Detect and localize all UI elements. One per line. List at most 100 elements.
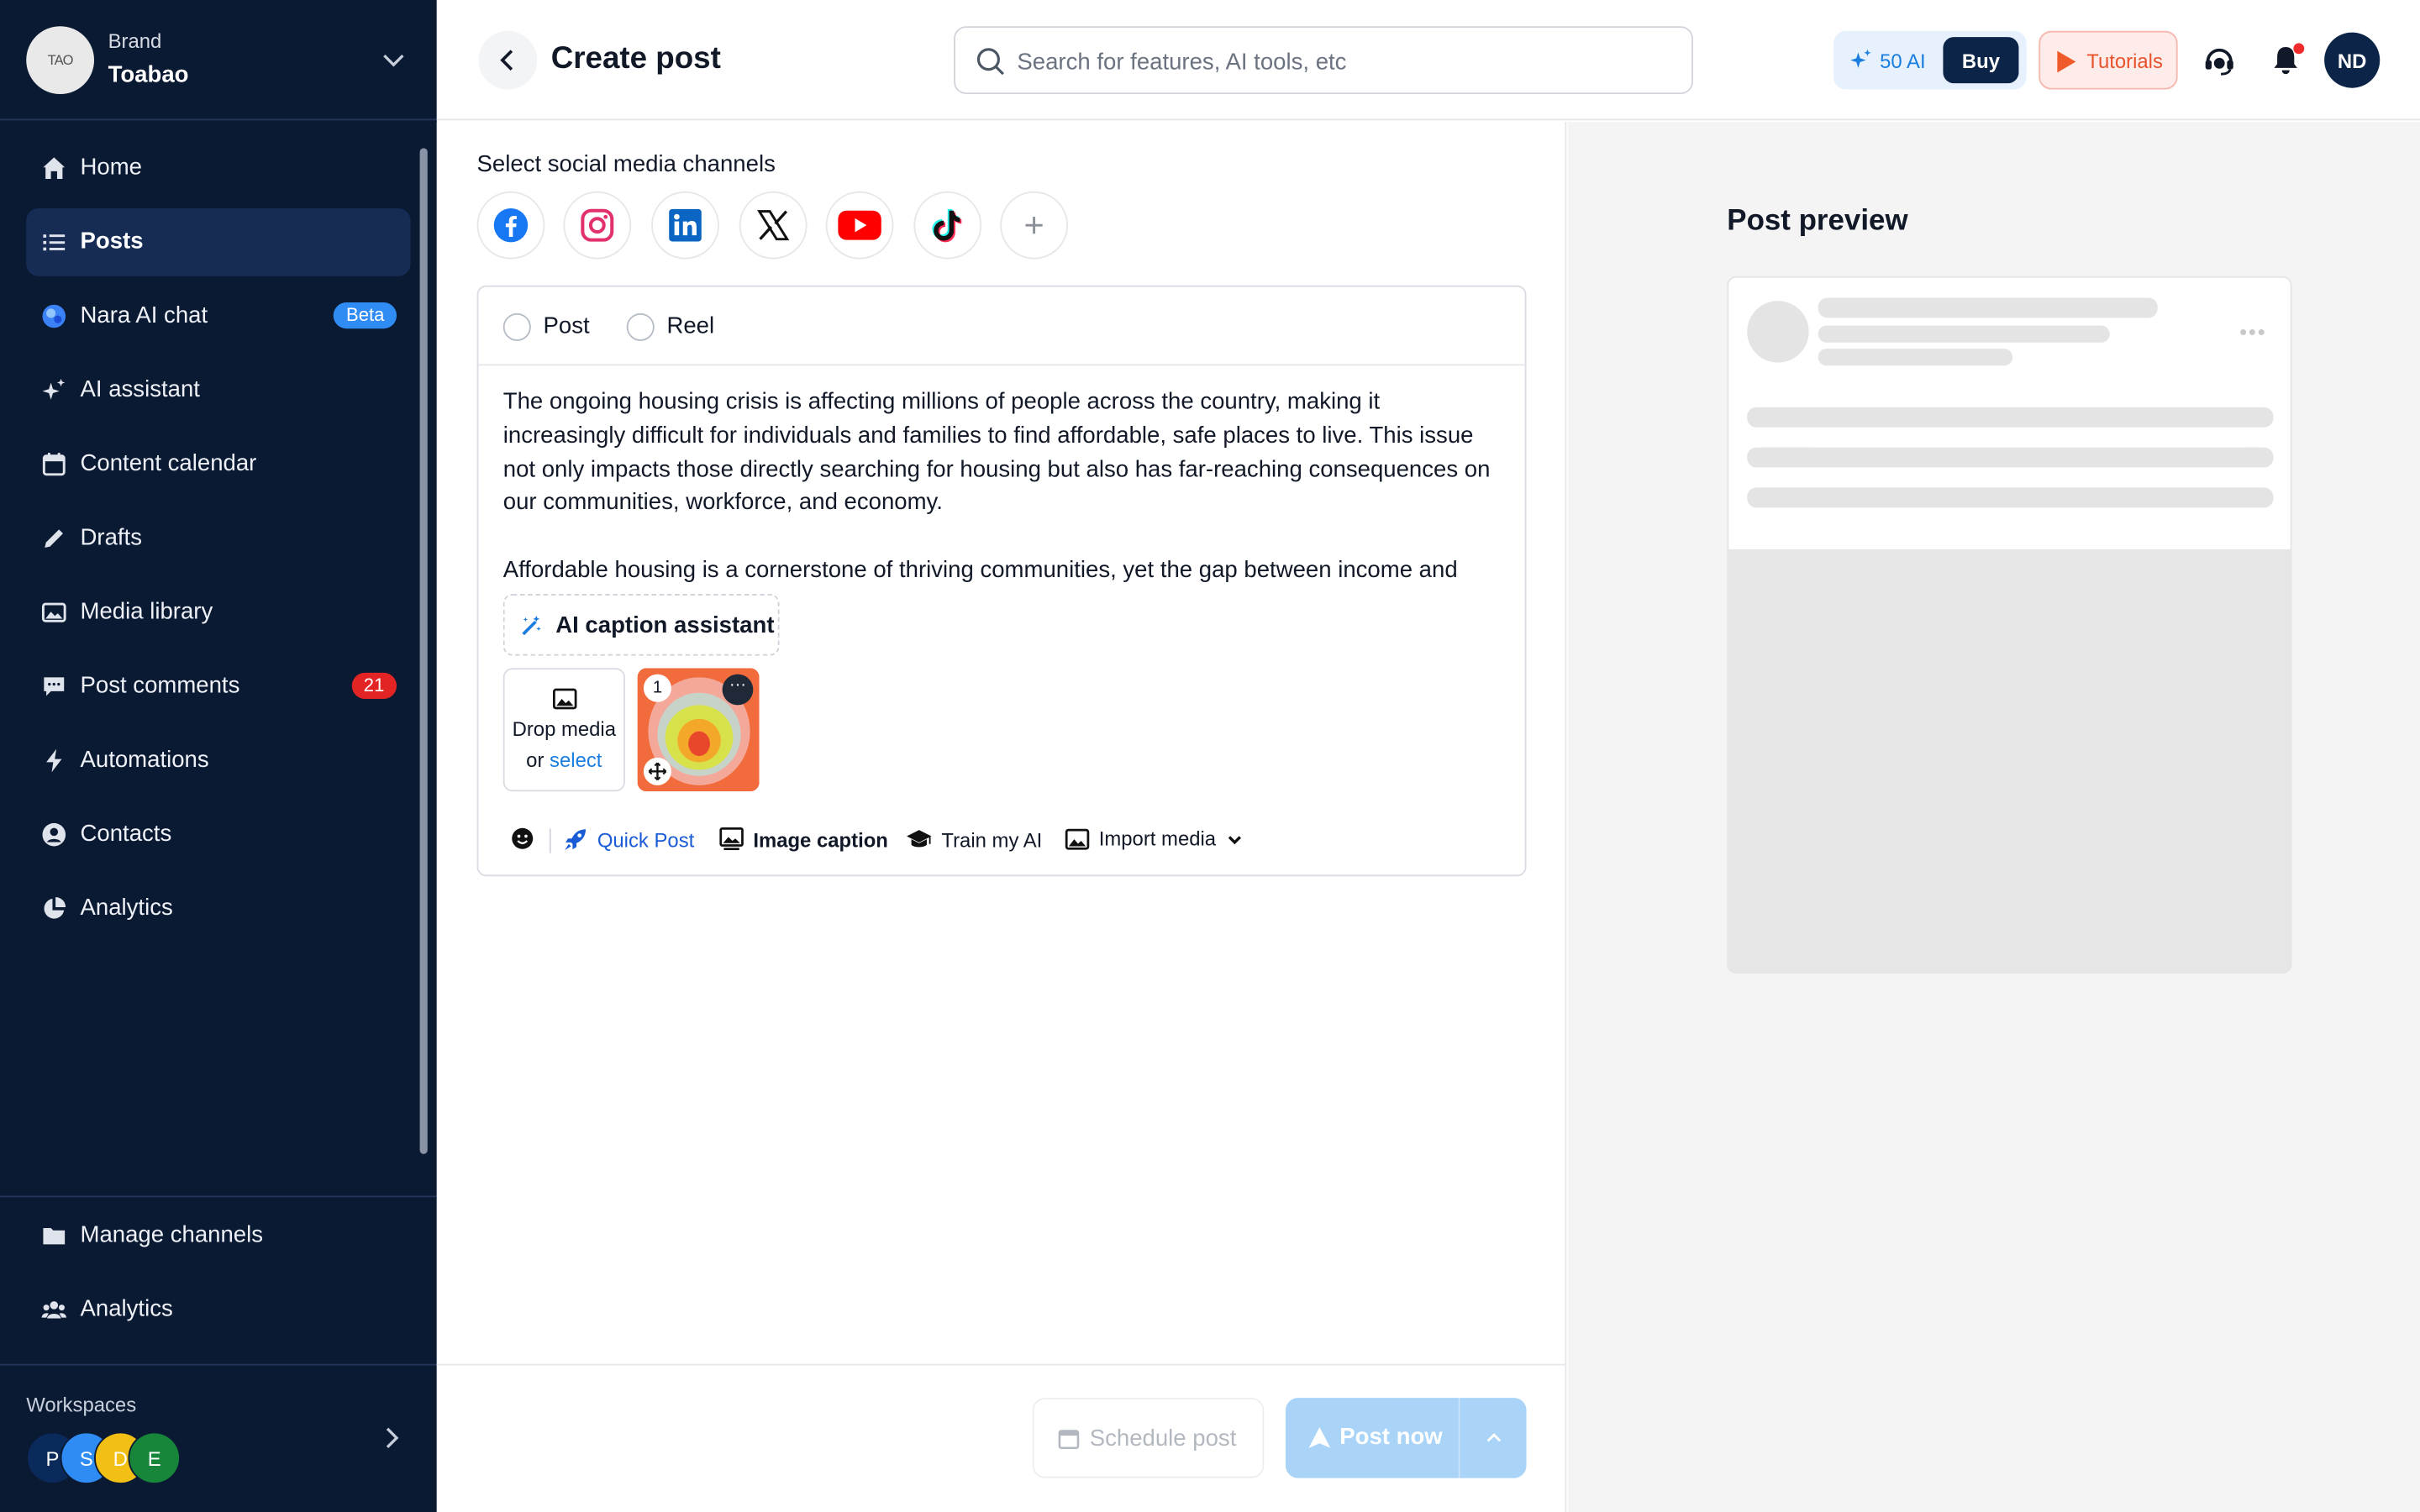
tutorials-label: Tutorials — [2086, 49, 2163, 73]
preview-card-header: ••• — [1728, 277, 2291, 549]
sidebar-item-home[interactable]: Home — [26, 134, 410, 202]
post-now-main[interactable]: Post now — [1286, 1398, 1459, 1478]
search-input[interactable] — [1017, 43, 1665, 81]
brand-logo: TAO — [26, 26, 95, 95]
skeleton-line — [1818, 325, 2110, 343]
sidebar-item-automations[interactable]: Automations — [26, 727, 410, 795]
page-title: Create post — [550, 41, 721, 76]
sidebar-item-content-calendar[interactable]: Content calendar — [26, 430, 410, 498]
sidebar-item-label: Post comments — [80, 672, 240, 700]
workspace-avatar[interactable]: E — [128, 1431, 181, 1484]
search-bar[interactable] — [954, 26, 1693, 95]
emoji-icon — [512, 827, 534, 849]
quick-post-label: Quick Post — [597, 827, 695, 851]
sidebar-item-nara-ai-chat[interactable]: Nara AI chat Beta — [26, 282, 410, 350]
add-channel-button[interactable] — [1000, 191, 1069, 260]
calendar-icon — [1058, 1430, 1080, 1450]
sidebar-item-manage-channels[interactable]: Manage channels — [26, 1202, 410, 1270]
emoji-button[interactable] — [511, 827, 534, 850]
rocket-icon — [565, 829, 587, 851]
channel-x[interactable] — [739, 191, 808, 260]
train-my-ai-button[interactable]: Train my AI — [906, 827, 1042, 851]
more-options-icon[interactable]: ··· — [722, 674, 754, 706]
back-button[interactable] — [478, 30, 538, 90]
select-media-link[interactable]: select — [550, 748, 602, 772]
skeleton-line — [1747, 407, 2274, 428]
sidebar-item-analytics[interactable]: Analytics — [26, 874, 410, 942]
buy-button[interactable]: Buy — [1943, 37, 2019, 84]
channel-youtube[interactable] — [825, 191, 894, 260]
image-icon — [553, 688, 577, 710]
sidebar-scrollbar[interactable] — [419, 148, 428, 1154]
sidebar-item-label: Manage channels — [80, 1221, 264, 1248]
post-type-selector: Post Reel — [478, 287, 1525, 366]
radio-reel-label[interactable]: Reel — [666, 313, 714, 339]
drop-media-label: Drop media — [512, 717, 617, 741]
sidebar-item-bottom-analytics[interactable]: Analytics — [26, 1276, 410, 1344]
channel-tiktok[interactable] — [913, 191, 982, 260]
ai-caption-assistant-label: AI caption assistant — [555, 612, 775, 639]
channel-linkedin[interactable] — [651, 191, 719, 260]
skeleton-avatar — [1747, 301, 1809, 363]
channel-instagram[interactable] — [563, 191, 632, 260]
sidebar-item-contacts[interactable]: Contacts — [26, 801, 410, 869]
support-headset-icon[interactable] — [2202, 43, 2236, 76]
brand-name: Toabao — [108, 61, 189, 88]
play-icon — [2057, 50, 2076, 73]
import-media-button[interactable]: Import media — [1065, 827, 1244, 850]
channel-facebook[interactable] — [476, 191, 545, 260]
radio-post[interactable] — [502, 312, 531, 341]
post-now-button[interactable]: Post now — [1285, 1398, 1527, 1478]
post-now-options[interactable] — [1460, 1398, 1527, 1478]
radio-reel[interactable] — [626, 312, 655, 341]
image-caption-button[interactable]: Image caption — [719, 827, 888, 851]
tiktok-icon — [932, 208, 962, 243]
toolbar-divider — [549, 828, 551, 853]
ai-caption-assistant-button[interactable]: AI caption assistant — [502, 594, 780, 656]
chevron-down-icon[interactable] — [378, 45, 409, 76]
tutorials-button[interactable]: Tutorials — [2039, 30, 2178, 90]
brand-switcher[interactable]: TAO Brand Toabao — [0, 0, 437, 121]
sidebar-item-label: Posts — [80, 228, 144, 255]
schedule-post-button[interactable]: Schedule post — [1032, 1398, 1265, 1478]
sidebar-item-post-comments[interactable]: Post comments 21 — [26, 653, 410, 721]
user-circle-icon — [42, 822, 66, 847]
search-icon — [976, 48, 1004, 76]
workspaces-label: Workspaces — [26, 1393, 137, 1417]
skeleton-line — [1818, 349, 2013, 366]
media-order-badge: 1 — [643, 674, 671, 702]
workspace-avatars[interactable]: P S D E — [26, 1431, 196, 1484]
import-media-label: Import media — [1098, 827, 1217, 851]
sidebar-item-posts[interactable]: Posts — [26, 207, 411, 276]
post-text-area[interactable]: The ongoing housing crisis is affecting … — [503, 386, 1507, 596]
pie-chart-icon — [44, 897, 66, 919]
sidebar-item-media-library[interactable]: Media library — [26, 579, 410, 647]
sidebar-item-drafts[interactable]: Drafts — [26, 505, 410, 573]
notification-dot — [2293, 43, 2305, 55]
skeleton-line — [1818, 297, 2158, 318]
chevron-left-icon — [500, 50, 513, 71]
chevron-right-icon[interactable] — [376, 1422, 408, 1453]
top-header: Create post 50 AI Buy Tutorials ND — [436, 0, 2420, 121]
move-icon[interactable] — [643, 757, 671, 785]
channels-label: Select social media channels — [476, 150, 776, 178]
media-thumbnail[interactable]: 1 ··· — [637, 668, 760, 792]
more-options-icon: ••• — [2239, 319, 2267, 344]
drop-media-or: or select — [526, 748, 602, 772]
sidebar-item-ai-assistant[interactable]: AI assistant — [26, 356, 410, 424]
preview-card: ••• — [1727, 276, 2292, 974]
ai-credits[interactable]: 50 AI Buy — [1833, 30, 2027, 90]
sidebar-item-label: Automations — [80, 746, 209, 774]
post-preview-pane: Post preview ••• — [1568, 122, 2420, 1512]
youtube-icon — [838, 210, 881, 240]
sidebar-item-label: Nara AI chat — [80, 302, 208, 329]
brand-label: Brand — [108, 29, 162, 53]
schedule-post-label: Schedule post — [1089, 1425, 1237, 1452]
user-avatar[interactable]: ND — [2324, 32, 2381, 88]
post-editor: Post Reel The ongoing housing crisis is … — [476, 285, 1527, 877]
radio-post-label[interactable]: Post — [544, 313, 590, 339]
home-icon — [43, 157, 66, 180]
quick-post-button[interactable]: Quick Post — [563, 827, 694, 851]
sidebar-item-label: Content calendar — [80, 450, 257, 477]
drop-media-zone[interactable]: Drop media or select — [502, 668, 625, 792]
